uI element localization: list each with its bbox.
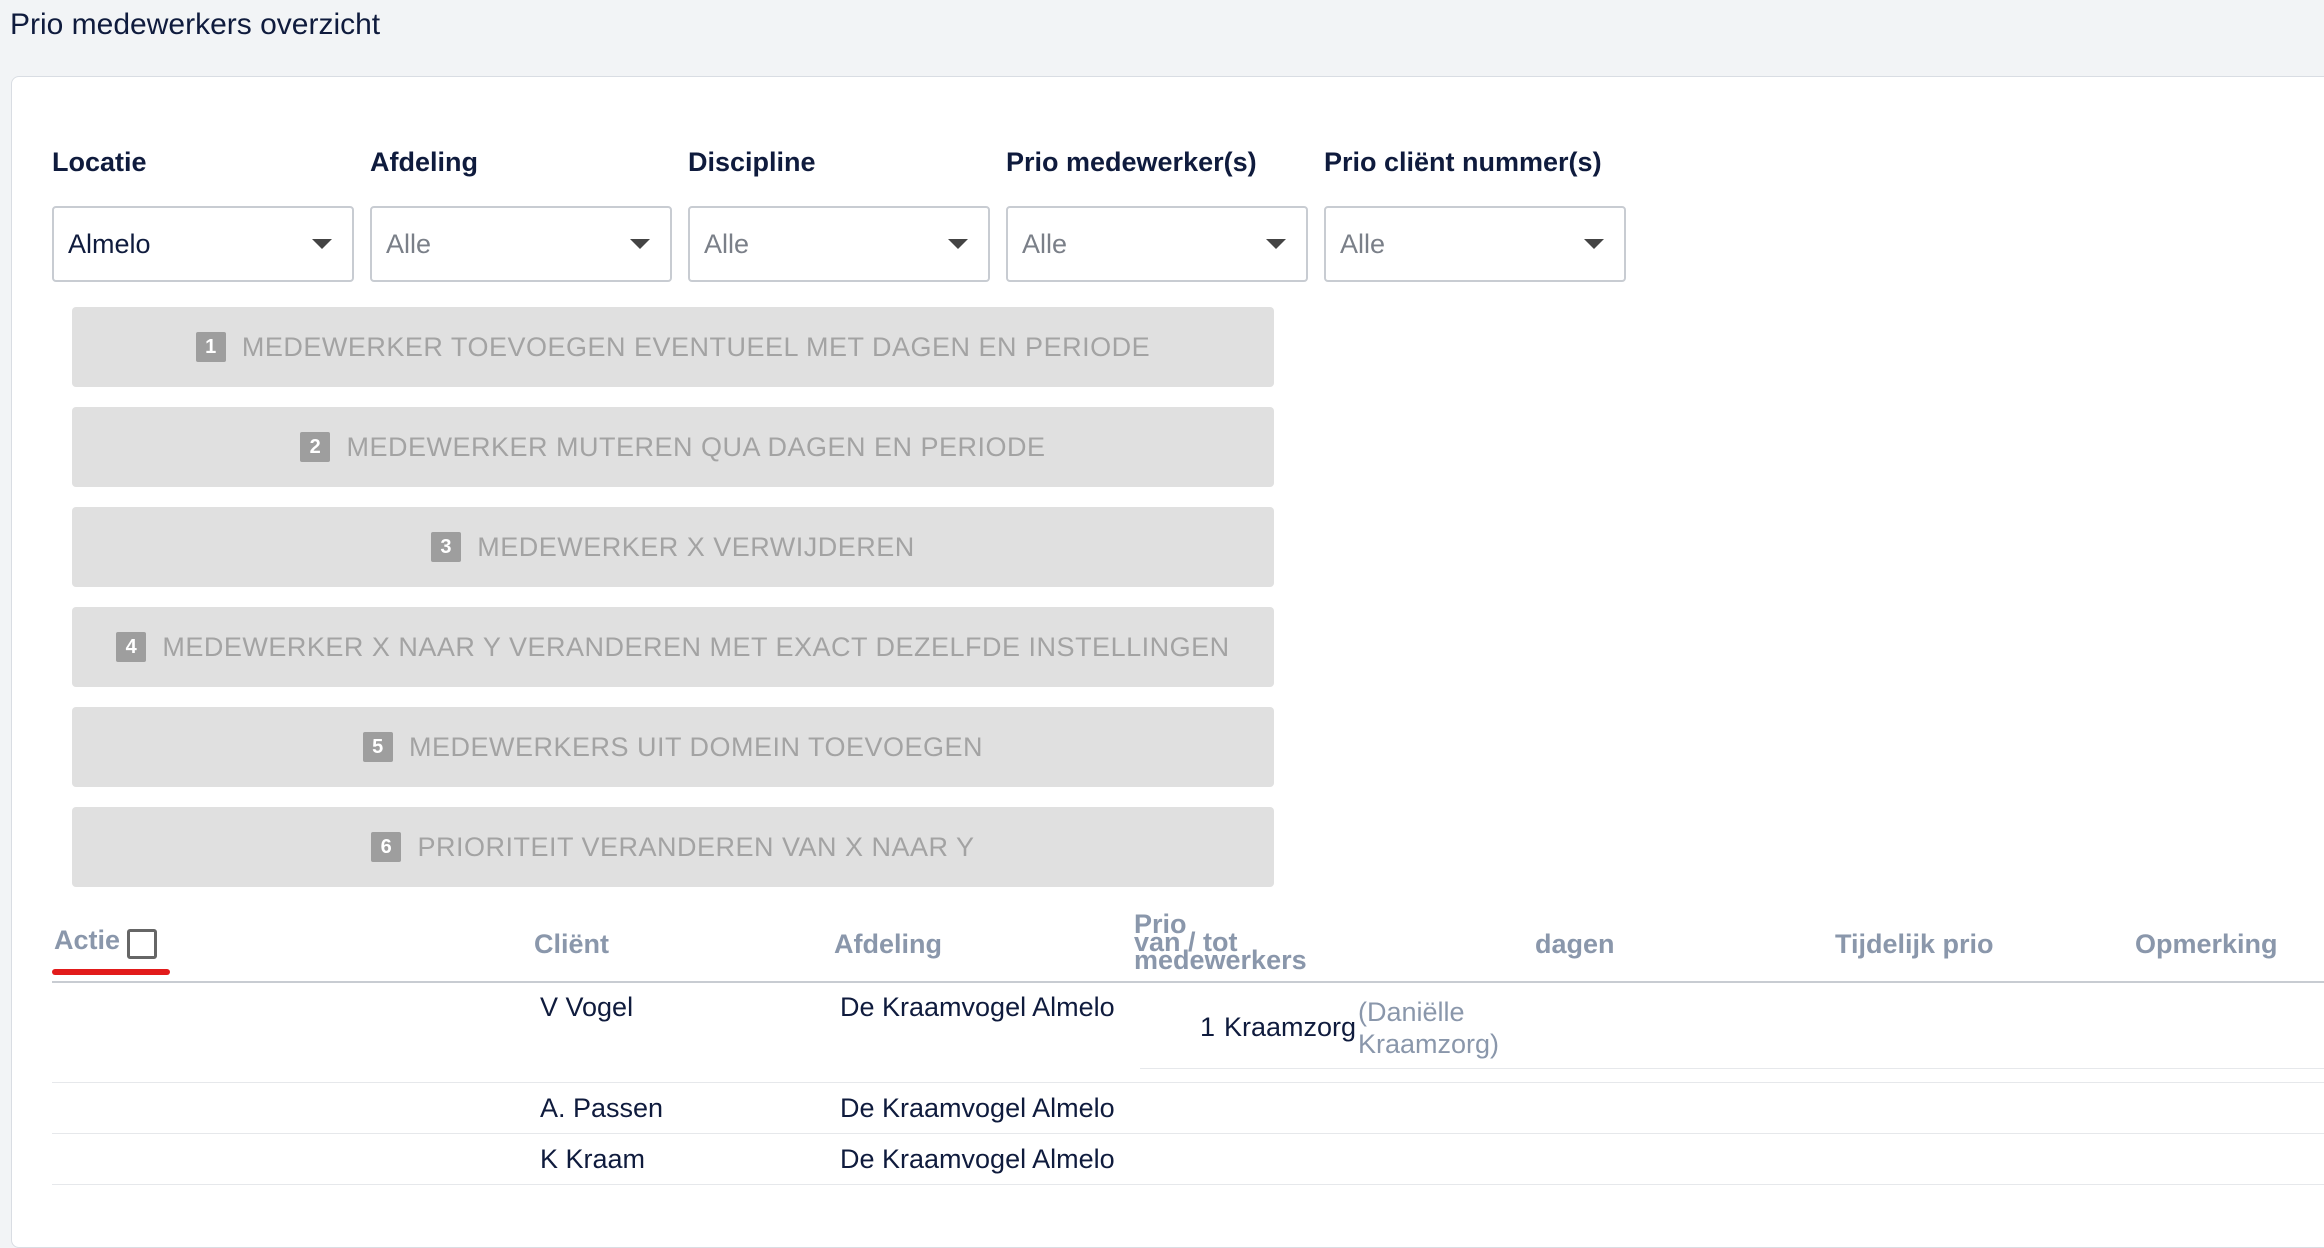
filter-label: Afdeling: [370, 147, 478, 177]
afdeling-select[interactable]: Alle: [370, 206, 672, 282]
prio-client-nummers-select[interactable]: Alle: [1324, 206, 1626, 282]
column-header-prio[interactable]: Prio van / tot medewerkers: [1134, 911, 1307, 975]
caret-down-icon: [312, 239, 332, 249]
select-value: Alle: [386, 228, 432, 259]
column-header-afdeling[interactable]: Afdeling: [834, 929, 942, 960]
client-cell: K Kraam: [540, 1144, 646, 1174]
column-header-client[interactable]: Cliënt: [534, 929, 609, 960]
number-badge-icon: 4: [116, 632, 147, 662]
column-header-dagen[interactable]: dagen: [1535, 929, 1615, 960]
filter-label: Locatie: [52, 147, 147, 177]
select-value: Alle: [1340, 228, 1386, 259]
afdeling-cell: De Kraamvogel Almelo: [840, 1144, 1115, 1174]
client-cell: A. Passen: [540, 1093, 664, 1123]
caret-down-icon: [1584, 239, 1604, 249]
filter-bar: Locatie Almelo Afdeling Alle Discipline …: [52, 144, 1626, 282]
select-value: Alle: [704, 228, 750, 259]
table-header: Actie Cliënt Afdeling Prio van / tot med…: [52, 905, 2324, 983]
action-buttons: 1 MEDEWERKER TOEVOEGEN EVENTUEEL MET DAG…: [72, 307, 1274, 907]
column-header-actie[interactable]: Actie: [54, 925, 120, 956]
afdeling-cell: De Kraamvogel Almelo: [840, 1093, 1115, 1123]
number-badge-icon: 3: [431, 532, 462, 562]
select-value: Almelo: [68, 228, 151, 259]
filter-locatie: Locatie Almelo: [52, 144, 354, 282]
prio-medewerkers-select[interactable]: Alle: [1006, 206, 1308, 282]
select-all-checkbox[interactable]: [127, 929, 157, 959]
action-button-2[interactable]: 2 MEDEWERKER MUTEREN QUA DAGEN EN PERIOD…: [72, 407, 1274, 487]
number-badge-icon: 5: [362, 732, 393, 762]
filter-afdeling: Afdeling Alle: [370, 144, 672, 282]
prio-medewerker-note: (Daniëlle Kraamzorg): [1358, 997, 1500, 1059]
filter-prio-client-nummers: Prio cliënt nummer(s) Alle: [1324, 144, 1626, 282]
number-badge-icon: 6: [371, 832, 402, 862]
filter-label: Discipline: [688, 147, 816, 177]
prio-number: 1: [1200, 1012, 1216, 1042]
select-value: Alle: [1022, 228, 1068, 259]
action-label: MEDEWERKERS UIT DOMEIN TOEVOEGEN: [408, 731, 984, 762]
action-label: MEDEWERKER TOEVOEGEN EVENTUEEL MET DAGEN…: [241, 331, 1151, 362]
column-header-opmerking[interactable]: Opmerking: [2135, 929, 2278, 960]
action-label: MEDEWERKER MUTEREN QUA DAGEN EN PERIODE: [346, 431, 1046, 462]
prio-medewerker: Kraamzorg: [1224, 1012, 1357, 1042]
table-row[interactable]: A. Passen De Kraamvogel Almelo: [52, 1083, 2324, 1134]
action-button-3[interactable]: 3 MEDEWERKER X VERWIJDEREN: [72, 507, 1274, 587]
filter-label: Prio medewerker(s): [1006, 147, 1257, 177]
caret-down-icon: [948, 239, 968, 249]
number-badge-icon: 2: [300, 432, 331, 462]
action-label: PRIORITEIT VERANDEREN VAN X NAAR Y: [417, 831, 975, 862]
header-line: medewerkers: [1134, 945, 1307, 975]
table-row[interactable]: V Vogel De Kraamvogel Almelo 1 Kraamzorg…: [52, 982, 2324, 1083]
page-title: Prio medewerkers overzicht: [10, 8, 381, 41]
number-badge-icon: 1: [195, 332, 226, 362]
locatie-select[interactable]: Almelo: [52, 206, 354, 282]
filter-prio-medewerkers: Prio medewerker(s) Alle: [1006, 144, 1308, 282]
table-row[interactable]: K Kraam De Kraamvogel Almelo: [52, 1134, 2324, 1185]
action-button-4[interactable]: 4 MEDEWERKER X NAAR Y VERANDEREN MET EXA…: [72, 607, 1274, 687]
active-sort-indicator: [52, 969, 170, 975]
action-label: MEDEWERKER X VERWIJDEREN: [477, 531, 915, 562]
discipline-select[interactable]: Alle: [688, 206, 990, 282]
caret-down-icon: [1266, 239, 1286, 249]
filter-discipline: Discipline Alle: [688, 144, 990, 282]
action-button-6[interactable]: 6 PRIORITEIT VERANDEREN VAN X NAAR Y: [72, 807, 1274, 887]
client-cell: V Vogel: [540, 992, 634, 1022]
caret-down-icon: [630, 239, 650, 249]
afdeling-cell: De Kraamvogel Almelo: [840, 992, 1115, 1022]
prio-subrow: 1 Kraamzorg (Daniëlle Kraamzorg): [1140, 982, 2324, 1069]
filter-label: Prio cliënt nummer(s): [1324, 147, 1602, 177]
action-label: MEDEWERKER X NAAR Y VERANDEREN MET EXACT…: [162, 631, 1230, 662]
column-header-tijdelijk-prio[interactable]: Tijdelijk prio: [1835, 929, 1994, 960]
action-button-1[interactable]: 1 MEDEWERKER TOEVOEGEN EVENTUEEL MET DAG…: [72, 307, 1274, 387]
action-button-5[interactable]: 5 MEDEWERKERS UIT DOMEIN TOEVOEGEN: [72, 707, 1274, 787]
